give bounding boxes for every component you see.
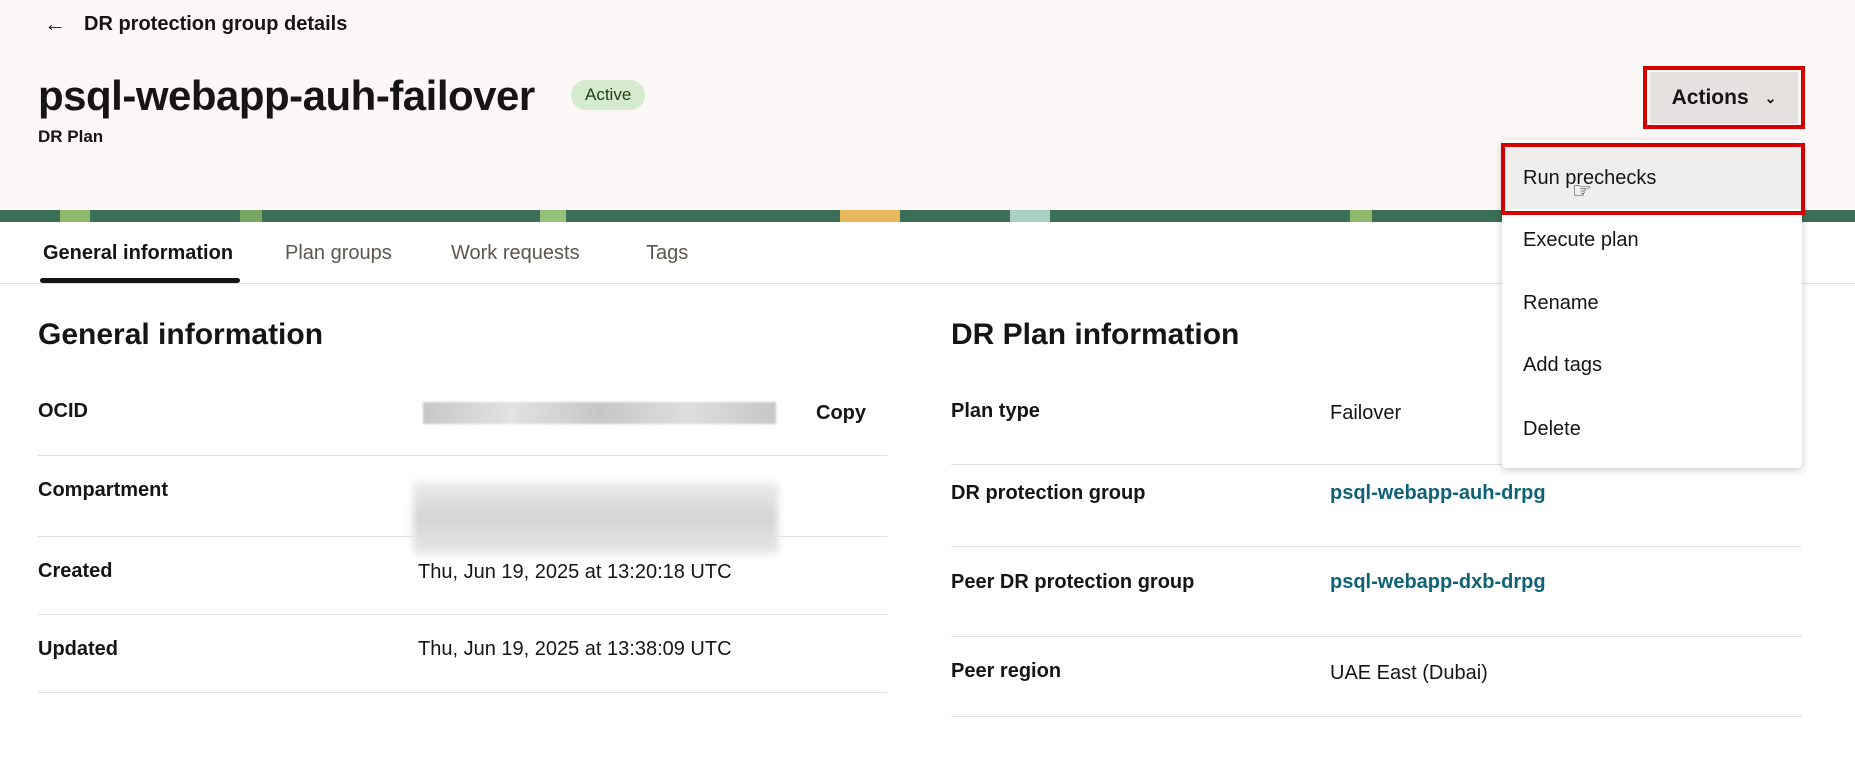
arrow-left-icon[interactable]: ← — [44, 10, 66, 38]
actions-highlight-outline — [1643, 66, 1805, 129]
plan-type-value: Failover — [1330, 402, 1402, 424]
menu-item-delete[interactable]: Delete — [1502, 398, 1802, 460]
page-subtitle: DR Plan — [38, 127, 104, 146]
created-value: Thu, Jun 19, 2025 at 13:20:18 UTC — [418, 561, 732, 583]
plan-type-label: Plan type — [951, 400, 1040, 422]
tab-tags[interactable]: Tags — [646, 242, 688, 265]
divider — [38, 692, 887, 693]
status-badge: Active — [571, 80, 646, 110]
compartment-label: Compartment — [38, 479, 169, 501]
created-label: Created — [38, 560, 113, 582]
menu-item-run-prechecks[interactable]: Run prechecks — [1502, 147, 1802, 209]
menu-item-rename[interactable]: Rename — [1502, 272, 1802, 334]
back-link[interactable]: ← DR protection group details — [44, 10, 347, 38]
dr-protection-group-link[interactable]: psql-webapp-auh-drpg — [1330, 482, 1546, 505]
dr-protection-group-label: DR protection group — [951, 482, 1146, 504]
divider — [951, 636, 1802, 637]
copy-ocid-button[interactable]: Copy — [816, 402, 866, 425]
menu-item-execute-plan[interactable]: Execute plan — [1502, 209, 1802, 271]
general-information-title: General information — [38, 318, 324, 351]
menu-item-add-tags[interactable]: Add tags — [1502, 334, 1802, 396]
hand-pointer-icon: ☞ — [1572, 178, 1592, 203]
page-title: psql-webapp-auh-failover — [38, 72, 535, 119]
breadcrumb-label: DR protection group details — [84, 13, 348, 35]
updated-value: Thu, Jun 19, 2025 at 13:38:09 UTC — [418, 638, 732, 660]
peer-region-value: UAE East (Dubai) — [1330, 662, 1488, 684]
peer-region-label: Peer region — [951, 660, 1062, 682]
actions-menu: Run prechecks Execute plan Rename Add ta… — [1502, 140, 1802, 468]
ocid-label: OCID — [38, 400, 88, 422]
tab-work-requests[interactable]: Work requests — [451, 242, 580, 265]
divider — [38, 455, 887, 456]
divider — [951, 716, 1802, 717]
divider — [38, 536, 887, 537]
divider — [951, 546, 1802, 547]
compartment-value-redacted — [413, 482, 778, 554]
ocid-value-redacted — [423, 402, 776, 424]
peer-dr-protection-group-link[interactable]: psql-webapp-dxb-drpg — [1330, 571, 1546, 594]
active-tab-indicator — [40, 278, 240, 283]
updated-label: Updated — [38, 638, 118, 660]
peer-dr-protection-group-label: Peer DR protection group — [951, 571, 1195, 593]
tab-general-information[interactable]: General information — [43, 242, 233, 265]
dr-plan-information-title: DR Plan information — [951, 318, 1240, 351]
divider — [38, 614, 887, 615]
tab-plan-groups[interactable]: Plan groups — [285, 242, 392, 265]
